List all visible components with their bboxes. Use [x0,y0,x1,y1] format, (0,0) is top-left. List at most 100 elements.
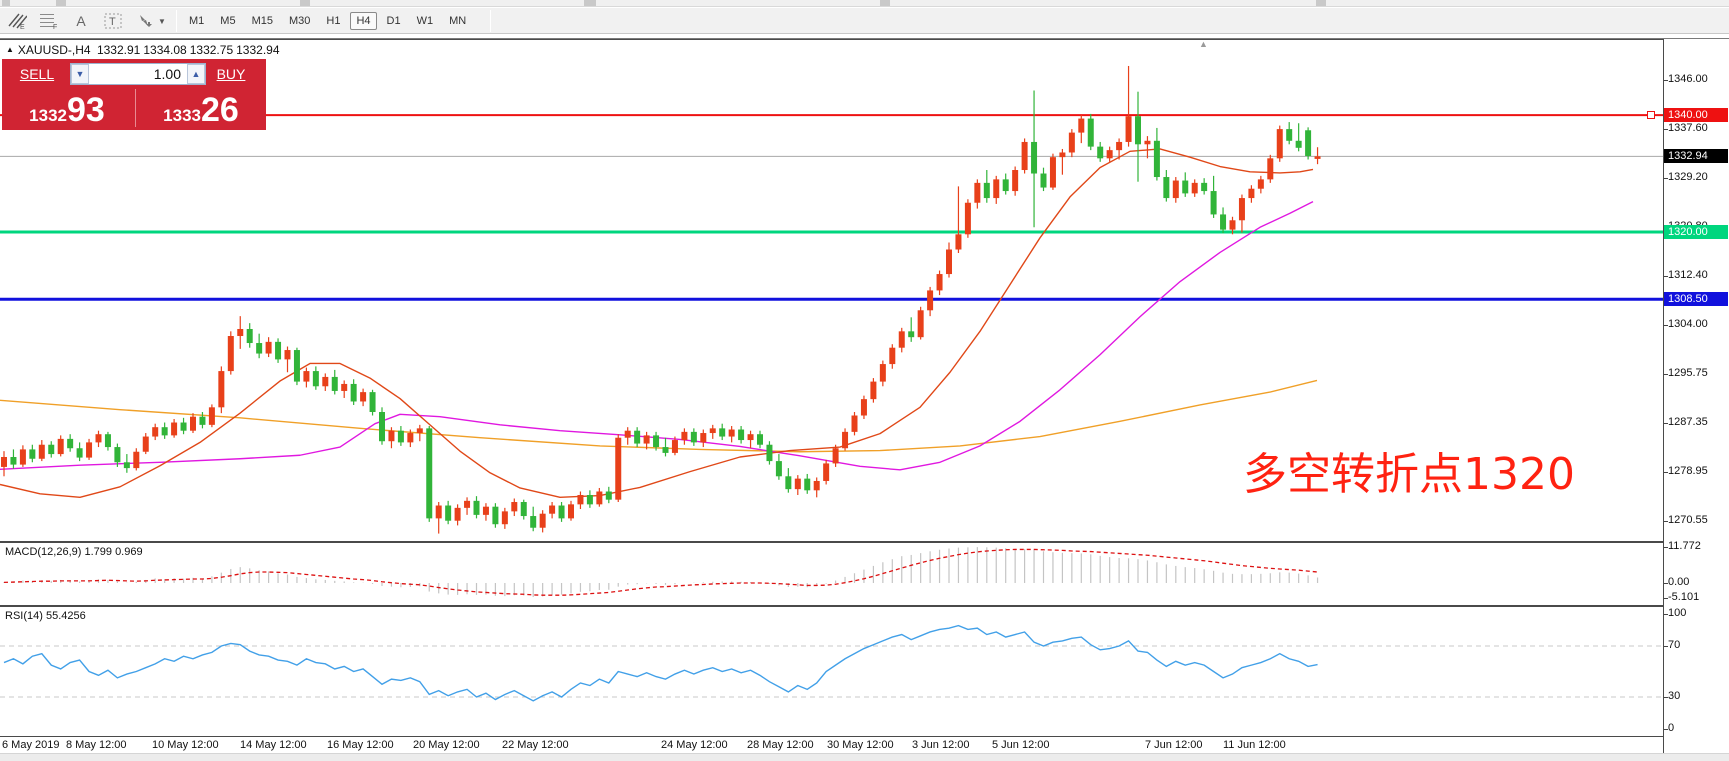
top-partial-mark [1316,0,1326,6]
timeframe-m5[interactable]: M5 [214,12,241,30]
hline-price-label: 1308.50 [1664,292,1728,306]
axis-tick [1664,646,1668,647]
price-tick-label: 1287.35 [1668,416,1708,428]
axis-tick [1664,547,1668,548]
time-axis-label: 7 Jun 12:00 [1145,739,1203,751]
toolbar-separator [490,10,491,32]
top-partial-mark [300,0,310,6]
price-tick-label: 1270.55 [1668,514,1708,526]
timeframe-w1[interactable]: W1 [411,12,440,30]
macd-values: 1.799 0.969 [84,546,142,558]
rsi-title: RSI(14) 55.4256 [5,610,86,622]
panel-border [0,39,1663,40]
timeframe-buttons: M1M5 M15M30H1H4 D1W1MN [183,9,476,33]
axis-tick [1664,178,1668,179]
macd-axis-label: 11.772 [1668,540,1701,552]
current-price-label: 1332.94 [1664,149,1728,163]
price-axis[interactable]: 1346.001337.601329.201320.801312.401304.… [1664,39,1729,753]
axis-tick [1664,472,1668,473]
sell-price-main: 1332 [29,106,67,125]
time-axis-label: 8 May 12:00 [66,739,127,751]
axis-tick [1664,374,1668,375]
price-tick-label: 1278.95 [1668,465,1708,477]
toolbar: E F A T ▼ M1M5 M15M30H1H4 D1W1MN [0,8,1729,34]
macd-panel[interactable] [0,543,1663,605]
timeframe-m30[interactable]: M30 [283,12,316,30]
rsi-axis-label: 100 [1668,607,1686,619]
timeframe-d1[interactable]: D1 [381,12,407,30]
time-axis-label: 11 Jun 12:00 [1223,739,1286,751]
text-box-icon[interactable]: T [100,10,126,32]
buy-price-main: 1333 [163,106,201,125]
time-axis-label: 14 May 12:00 [240,739,307,751]
sell-price-pips: 93 [67,91,105,129]
axis-tick [1664,325,1668,326]
sell-price[interactable]: 133293 [2,91,132,130]
volume-value[interactable]: 1.00 [89,64,187,84]
rsi-value: 55.4256 [46,610,86,622]
time-axis[interactable]: 6 May 20198 May 12:0010 May 12:0014 May … [0,737,1663,753]
time-axis-label: 5 Jun 12:00 [992,739,1050,751]
hline-endpoint-marker[interactable] [1647,111,1655,119]
axis-tick [1664,276,1668,277]
axis-tick [1664,614,1668,615]
time-axis-label: 30 May 12:00 [827,739,894,751]
buy-price-pips: 26 [201,91,239,129]
price-tick-label: 1312.40 [1668,269,1708,281]
time-axis-label: 10 May 12:00 [152,739,219,751]
chart-low: 1332.75 [190,43,233,57]
time-axis-label: 20 May 12:00 [413,739,480,751]
chart-title: ▲XAUUSD-,H4 1332.911334.081332.751332.94 [6,43,283,57]
panel-border [0,606,1663,607]
axis-tick [1664,80,1668,81]
axis-tick [1664,129,1668,130]
toolbar-separator [176,10,177,32]
rsi-axis-label: 70 [1668,639,1680,651]
rsi-axis-label: 0 [1668,722,1674,734]
svg-text:E: E [20,24,25,30]
axis-tick [1664,598,1668,599]
axis-tick [1664,697,1668,698]
price-tick-label: 1295.75 [1668,367,1708,379]
rsi-panel[interactable] [0,607,1663,736]
timeframe-m15[interactable]: M15 [246,12,279,30]
grid-tool-icon[interactable]: F [36,10,62,32]
macd-axis-label: -5.101 [1668,591,1699,603]
timeframe-m1[interactable]: M1 [183,12,210,30]
price-tick-label: 1329.20 [1668,171,1708,183]
svg-text:F: F [53,24,57,30]
chevron-down-icon: ▼ [158,17,166,26]
panel-border [0,542,1663,543]
top-partial-mark [2,0,10,6]
hline-price-label: 1340.00 [1664,108,1728,122]
fibonacci-tool-icon[interactable]: E [4,10,30,32]
volume-stepper: ▼ 1.00 ▲ [70,63,206,85]
buy-price[interactable]: 133326 [136,91,266,130]
sell-button[interactable]: SELL [8,63,66,85]
axis-tick [1664,583,1668,584]
symbol-triangle-icon: ▲ [6,45,14,54]
time-axis-label: 22 May 12:00 [502,739,569,751]
time-axis-label: 28 May 12:00 [747,739,814,751]
timeframe-h4[interactable]: H4 [350,12,376,30]
text-label-icon[interactable]: A [68,10,94,32]
axis-tick [1664,521,1668,522]
axis-tick [1664,729,1668,730]
hline-price-label: 1320.00 [1664,225,1728,239]
timeframe-h1[interactable]: H1 [320,12,346,30]
chart-symbol: XAUUSD-,H4 [18,43,91,57]
chart-shift-marker[interactable]: ▲ [1199,39,1208,49]
chart-high: 1334.08 [143,43,186,57]
price-tick-label: 1346.00 [1668,73,1708,85]
status-strip [0,753,1729,761]
top-partial-mark [584,0,596,6]
chart-open: 1332.91 [97,43,140,57]
buy-button[interactable]: BUY [202,63,260,85]
rsi-axis-label: 30 [1668,690,1680,702]
arrows-tool-icon[interactable]: ▼ [132,10,170,32]
price-tick-label: 1337.60 [1668,122,1708,134]
volume-decrease-button[interactable]: ▼ [71,64,89,84]
time-axis-label: 16 May 12:00 [327,739,394,751]
timeframe-mn[interactable]: MN [443,12,472,30]
axis-tick [1664,423,1668,424]
